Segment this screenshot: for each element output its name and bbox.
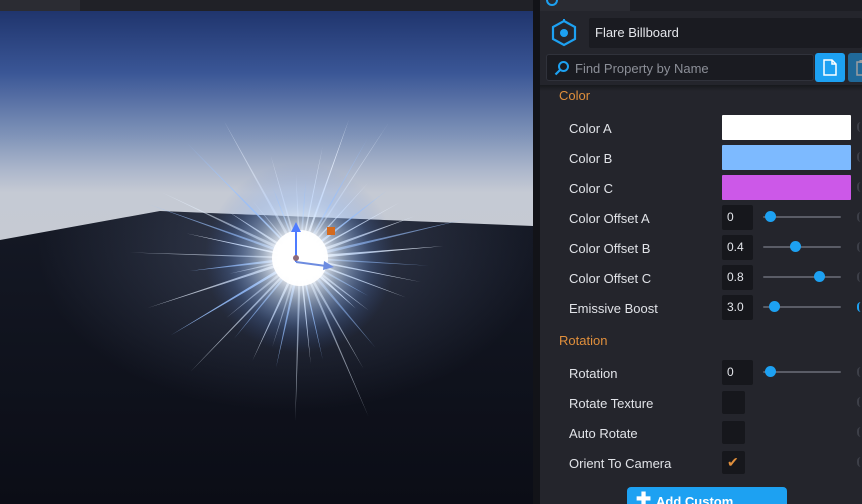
reset-icon[interactable] [857,122,862,132]
search-input[interactable] [573,58,807,79]
color-offset-c-input[interactable]: 0.8 [722,265,753,290]
reset-icon[interactable] [857,182,862,192]
rotate-texture-checkbox[interactable] [722,391,745,414]
color-offset-c-label: Color Offset C [569,271,652,286]
color-offset-c-slider[interactable] [763,276,841,278]
reset-icon[interactable] [857,242,862,252]
color-offset-a-label: Color Offset A [569,211,650,226]
properties-panel: Flare Billboard Color Color A Color B Co… [540,0,862,504]
scene-viewport[interactable] [0,0,533,504]
viewport-toolbar [0,0,533,11]
reset-icon[interactable] [857,212,862,222]
color-offset-a-input[interactable]: 0 [722,205,753,230]
search-icon [554,61,569,76]
color-offset-b-label: Color Offset B [569,241,651,256]
add-custom-property-button[interactable]: ✚ Add Custom Property [627,487,787,504]
document-icon [823,59,837,76]
object-name-field[interactable]: Flare Billboard [589,18,862,48]
reset-icon[interactable] [857,367,862,377]
reset-icon[interactable] [857,272,862,282]
color-a-label: Color A [569,121,612,136]
color-b-label: Color B [569,151,613,166]
auto-rotate-label: Auto Rotate [569,426,638,441]
section-rotation-title[interactable]: Rotation [559,333,607,348]
orient-to-camera-label: Orient To Camera [569,456,672,471]
hexagon-object-icon [551,19,577,47]
auto-rotate-checkbox[interactable] [722,421,745,444]
checkmark-icon: ✔ [727,454,739,470]
color-offset-b-handle[interactable] [790,241,801,252]
reset-icon[interactable] [857,397,862,407]
color-offset-a-handle[interactable] [765,211,776,222]
color-c-label: Color C [569,181,614,196]
add-custom-property-label: Add Custom Property [656,494,734,504]
rotation-input[interactable]: 0 [722,360,753,385]
emissive-boost-label: Emissive Boost [569,301,658,316]
panel-tab-strip [540,0,862,11]
color-offset-b-input[interactable]: 0.4 [722,235,753,260]
rotation-label: Rotation [569,366,618,381]
section-color-title[interactable]: Color [559,88,590,103]
transform-gizmo-icon[interactable] [0,0,533,504]
reset-icon[interactable] [857,457,862,467]
color-a-swatch[interactable] [722,115,851,140]
property-search[interactable] [546,54,814,81]
rotate-texture-label: Rotate Texture [569,396,654,411]
clipboard-button[interactable] [848,53,862,82]
color-offset-b-slider[interactable] [763,246,841,248]
color-offset-c-handle[interactable] [814,271,825,282]
properties-tab[interactable] [540,0,630,11]
color-c-swatch[interactable] [722,175,851,200]
rotation-handle[interactable] [765,366,776,377]
emissive-boost-input[interactable]: 3.0 [722,295,753,320]
emissive-boost-handle[interactable] [769,301,780,312]
document-button[interactable] [815,53,845,82]
panel-splitter[interactable] [533,0,540,504]
orient-to-camera-checkbox[interactable]: ✔ [722,451,745,474]
clipboard-icon [856,60,862,76]
plus-icon: ✚ [636,489,652,504]
reset-icon[interactable] [857,427,862,437]
reset-icon[interactable] [857,152,862,162]
color-b-swatch[interactable] [722,145,851,170]
reset-icon[interactable] [857,302,862,312]
